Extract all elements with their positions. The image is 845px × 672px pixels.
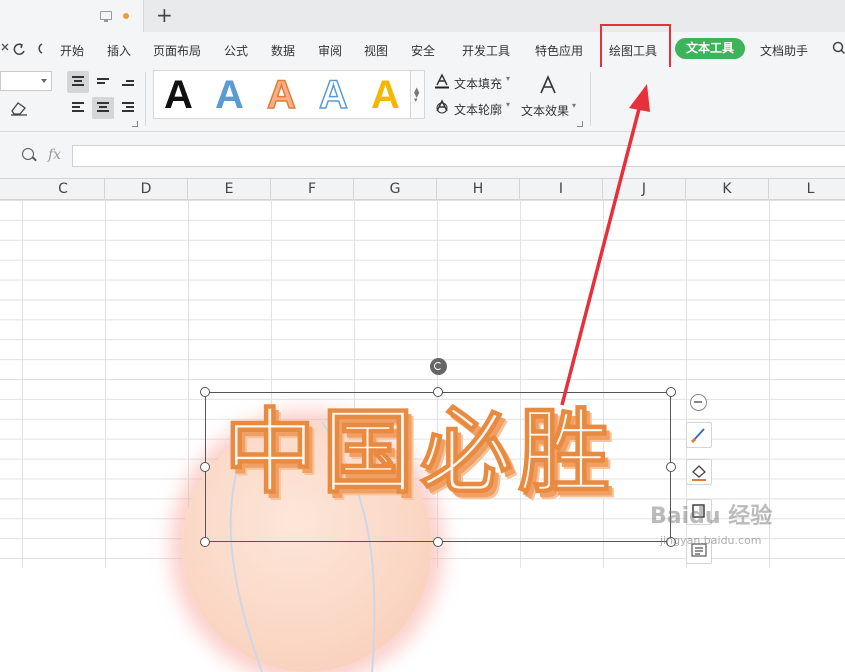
watermark-brand: Baidu 经验 <box>650 504 773 529</box>
annotation-arrow <box>560 84 650 406</box>
watermark-url: jingyan.baidu.com <box>660 534 762 547</box>
